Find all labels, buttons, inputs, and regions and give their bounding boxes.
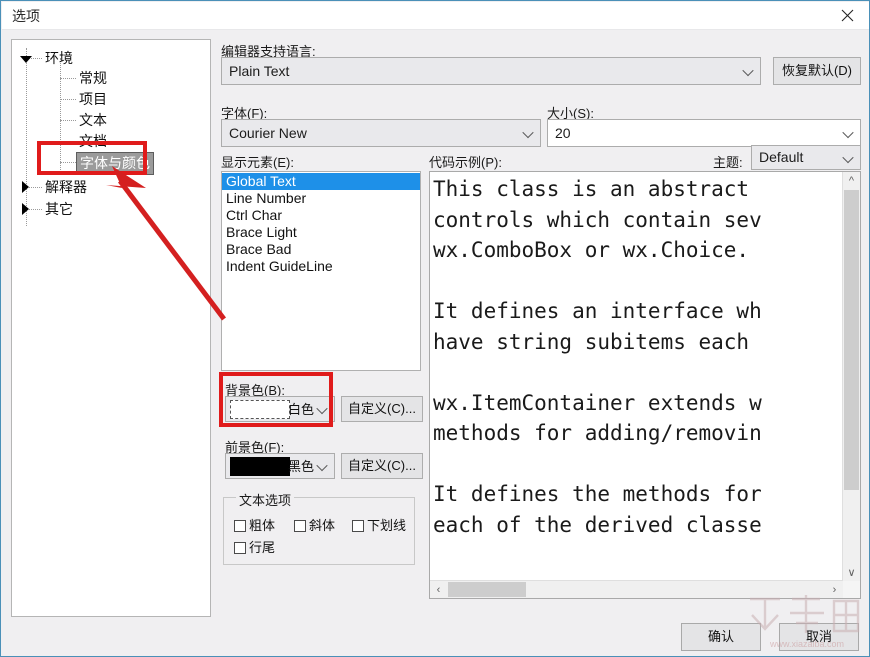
checkbox-label: 粗体 <box>249 518 276 533</box>
list-item[interactable]: Line Number <box>222 190 420 207</box>
theme-combobox[interactable]: Default <box>751 145 861 170</box>
title-bar: 选项 <box>2 2 869 30</box>
tree-connector <box>26 48 27 226</box>
tree-item-font-and-color[interactable]: 字体与颜色 <box>76 152 154 175</box>
font-and-color-panel: 编辑器支持语言: Plain Text 恢复默认(D) 字体(F): Couri… <box>219 39 863 599</box>
window-title: 选项 <box>12 8 40 24</box>
text-options-title: 文本选项 <box>236 490 295 509</box>
background-custom-label: 自定义(C)... <box>348 401 416 416</box>
checkbox-bold[interactable]: 粗体 <box>234 518 275 533</box>
code-sample-preview[interactable]: This class is an abstract controls which… <box>429 171 861 599</box>
tree-item-label: 解释器 <box>45 179 87 195</box>
font-value: Courier New <box>229 125 307 141</box>
scroll-up-icon[interactable]: ^ <box>843 172 860 189</box>
list-item[interactable]: Indent GuideLine <box>222 258 420 275</box>
reset-defaults-button[interactable]: 恢复默认(D) <box>773 57 861 85</box>
foreground-color-swatch <box>230 457 290 476</box>
code-sample-text: This class is an abstract controls which… <box>433 177 762 537</box>
settings-tree[interactable]: 环境 常规 项目 文本 文档 字体与颜色 解释器 其它 <box>11 39 211 617</box>
tree-connector <box>60 58 61 174</box>
list-item[interactable]: Ctrl Char <box>222 207 420 224</box>
background-custom-button[interactable]: 自定义(C)... <box>341 396 423 422</box>
tree-item-general[interactable]: 常规 <box>76 68 110 89</box>
cancel-label: 取消 <box>805 629 832 644</box>
chevron-right-icon[interactable] <box>20 181 32 193</box>
foreground-custom-label: 自定义(C)... <box>348 458 416 473</box>
checkbox-box[interactable] <box>234 520 246 532</box>
tree-item-label: 常规 <box>79 70 107 86</box>
close-button[interactable] <box>825 2 869 29</box>
size-value: 20 <box>555 125 571 141</box>
display-elements-listbox[interactable]: Global Text Line Number Ctrl Char Brace … <box>221 171 421 371</box>
options-dialog: 选项 环境 常规 项目 文本 文档 字体与颜色 解释器 其它 编辑器支持语言: … <box>0 0 870 657</box>
tree-connector <box>60 141 76 142</box>
tree-connector <box>60 78 76 79</box>
tree-item-environment[interactable]: 环境 <box>20 48 76 69</box>
chevron-down-icon <box>744 68 753 74</box>
tree-item-label: 文档 <box>79 133 107 149</box>
code-sample-label: 代码示例(P): <box>429 155 502 170</box>
cancel-button[interactable]: 取消 <box>779 623 859 651</box>
display-elements-label: 显示元素(E): <box>221 155 294 170</box>
foreground-color-combobox[interactable]: 黑色 <box>225 453 335 479</box>
tree-item-text[interactable]: 文本 <box>76 110 110 131</box>
tree-item-label: 文本 <box>79 112 107 128</box>
chevron-down-icon <box>318 406 327 412</box>
tree-connector <box>60 162 76 163</box>
confirm-label: 确认 <box>707 629 734 644</box>
tree-connector <box>60 120 76 121</box>
checkbox-label: 斜体 <box>309 518 336 533</box>
checkbox-italic[interactable]: 斜体 <box>294 518 335 533</box>
size-combobox[interactable]: 20 <box>547 119 861 147</box>
close-icon <box>841 9 854 22</box>
vertical-scrollbar-thumb[interactable] <box>844 190 859 490</box>
tree-item-label: 环境 <box>45 50 73 66</box>
checkbox-eol[interactable]: 行尾 <box>234 540 275 555</box>
foreground-color-value: 黑色 <box>288 459 315 474</box>
checkbox-box[interactable] <box>294 520 306 532</box>
scroll-right-icon[interactable]: › <box>826 581 843 598</box>
confirm-button[interactable]: 确认 <box>681 623 761 651</box>
code-sample-horizontal-scrollbar[interactable]: ‹ › <box>430 580 843 598</box>
tree-item-interpreter[interactable]: 解释器 <box>22 177 90 198</box>
chevron-down-icon[interactable] <box>20 52 32 64</box>
foreground-custom-button[interactable]: 自定义(C)... <box>341 453 423 479</box>
checkbox-box[interactable] <box>352 520 364 532</box>
tree-item-label: 其它 <box>45 201 73 217</box>
chevron-down-icon <box>844 155 853 161</box>
theme-label: 主题: <box>713 155 743 170</box>
background-color-value: 白色 <box>288 402 315 417</box>
chevron-down-icon <box>844 130 853 136</box>
language-value: Plain Text <box>229 63 290 79</box>
background-color-combobox[interactable]: 白色 <box>225 396 335 422</box>
background-color-swatch <box>230 400 290 419</box>
tree-item-label: 字体与颜色 <box>76 152 154 175</box>
checkbox-label: 下划线 <box>367 518 407 533</box>
tree-item-document[interactable]: 文档 <box>76 131 110 152</box>
tree-connector <box>60 99 76 100</box>
checkbox-underline[interactable]: 下划线 <box>352 518 406 533</box>
tree-item-label: 项目 <box>79 91 107 107</box>
tree-item-other[interactable]: 其它 <box>22 199 76 220</box>
reset-defaults-label: 恢复默认(D) <box>781 63 853 78</box>
theme-value: Default <box>759 149 804 165</box>
checkbox-label: 行尾 <box>249 540 276 555</box>
scroll-down-icon[interactable]: ∨ <box>843 564 860 581</box>
language-combobox[interactable]: Plain Text <box>221 57 761 85</box>
chevron-down-icon <box>524 130 533 136</box>
chevron-down-icon <box>318 463 327 469</box>
horizontal-scrollbar-thumb[interactable] <box>448 582 526 597</box>
tree-item-project[interactable]: 项目 <box>76 89 110 110</box>
list-item[interactable]: Brace Light <box>222 224 420 241</box>
scrollbar-corner <box>843 581 860 598</box>
scroll-left-icon[interactable]: ‹ <box>430 581 447 598</box>
code-sample-vertical-scrollbar[interactable]: ^ ∨ <box>842 172 860 581</box>
text-options-group: 文本选项 粗体 斜体 下划线 行尾 <box>223 490 415 565</box>
chevron-right-icon[interactable] <box>20 203 32 215</box>
list-item[interactable]: Global Text <box>222 173 420 190</box>
checkbox-box[interactable] <box>234 542 246 554</box>
font-combobox[interactable]: Courier New <box>221 119 541 147</box>
list-item[interactable]: Brace Bad <box>222 241 420 258</box>
